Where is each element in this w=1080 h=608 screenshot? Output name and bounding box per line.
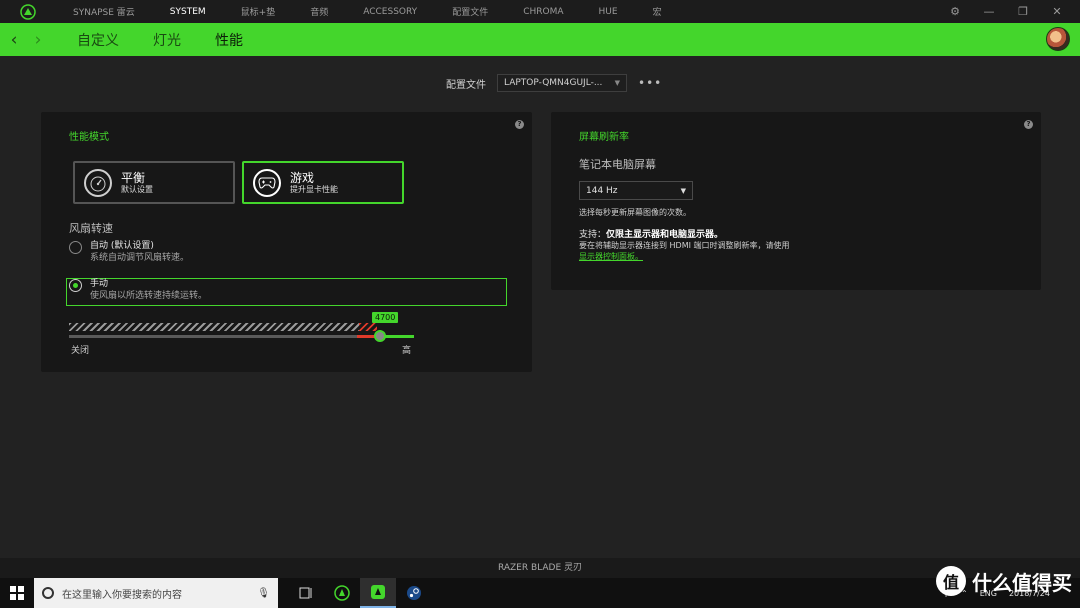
mode-balanced-card[interactable]: 平衡 默认设置 xyxy=(73,161,235,204)
support-value: 仅限主显示器和电脑显示器。 xyxy=(606,230,724,240)
fan-auto-option[interactable]: 自动 (默认设置) 系统自动调节风扇转速。 xyxy=(69,240,189,264)
tab-lighting[interactable]: 灯光 xyxy=(136,30,198,50)
minimize-icon[interactable]: — xyxy=(972,5,1006,18)
nav-chroma[interactable]: CHROMA xyxy=(506,7,581,17)
fan-manual-radio[interactable] xyxy=(69,279,82,292)
watermark-badge: 值 xyxy=(936,566,966,596)
nav-profiles[interactable]: 配置文件 xyxy=(435,5,506,18)
cortana-icon xyxy=(42,587,54,599)
device-name-bar: RAZER BLADE 灵刃 xyxy=(0,558,1080,578)
support-prefix: 支持： xyxy=(579,230,607,240)
synapse-app-icon[interactable] xyxy=(360,578,396,608)
slider-value-badge: 4700 xyxy=(372,312,399,323)
hdmi-note: 要在将辅助显示器连接到 HDMI 端口时调整刷新率，请使用 xyxy=(579,241,790,250)
refresh-rate-value: 144 Hz xyxy=(586,185,618,196)
display-control-panel-link[interactable]: 显示器控制面板。 xyxy=(579,251,643,262)
more-options-icon[interactable]: ••• xyxy=(638,76,662,90)
support-line: 支持：仅限主显示器和电脑显示器。 xyxy=(579,227,723,240)
chevron-down-icon: ▼ xyxy=(614,79,620,87)
mode-gaming-desc: 提升显卡性能 xyxy=(290,184,338,194)
top-nav: SYNAPSE 雷云 SYSTEM 鼠标+垫 音频 ACCESSORY 配置文件… xyxy=(0,0,1080,23)
sub-nav-bar: ‹ › 自定义 灯光 性能 xyxy=(0,23,1080,56)
nav-audio[interactable]: 音频 xyxy=(293,5,346,18)
close-icon[interactable]: ✕ xyxy=(1040,5,1074,18)
help-icon[interactable]: ? xyxy=(515,120,524,129)
razer-app-icon[interactable] xyxy=(324,578,360,608)
profile-row: 配置文件 LAPTOP-QMN4GUJL-... ▼ ••• xyxy=(446,74,662,92)
fan-manual-title: 手动 xyxy=(90,279,109,289)
speedometer-icon xyxy=(84,168,112,197)
avatar[interactable] xyxy=(1046,27,1070,51)
nav-mouse-mat[interactable]: 鼠标+垫 xyxy=(224,5,294,18)
refresh-rate-hint: 选择每秒更新屏幕图像的次数。 xyxy=(579,208,691,217)
help-icon[interactable]: ? xyxy=(1024,120,1033,129)
back-arrow-icon[interactable]: ‹ xyxy=(2,30,26,50)
gear-icon[interactable]: ⚙ xyxy=(938,5,972,18)
performance-title: 性能模式 xyxy=(69,132,109,143)
forward-arrow-icon[interactable]: › xyxy=(26,30,50,50)
mode-balanced-name: 平衡 xyxy=(121,170,146,185)
nav-accessory[interactable]: ACCESSORY xyxy=(346,7,435,17)
fan-speed-slider[interactable]: 4700 关闭 高 xyxy=(69,312,419,362)
taskbar: 在这里输入你要搜索的内容 🎙 ⚲ ⌃ ENG 2018/7/24 xyxy=(0,578,1080,608)
profile-label: 配置文件 xyxy=(446,79,486,91)
slider-thumb[interactable] xyxy=(374,330,386,342)
taskbar-search[interactable]: 在这里输入你要搜索的内容 🎙 xyxy=(34,578,278,608)
nav-hue[interactable]: HUE xyxy=(582,7,636,17)
window-controls: ⚙ — ❐ ✕ xyxy=(938,0,1074,23)
mode-balanced-desc: 默认设置 xyxy=(121,184,153,194)
microphone-icon[interactable]: 🎙 xyxy=(257,588,270,599)
watermark: 值 什么值得买 xyxy=(936,566,1072,596)
chevron-down-icon: ▼ xyxy=(680,186,686,195)
fan-hatch-range xyxy=(69,323,359,331)
task-view-icon[interactable] xyxy=(288,578,324,608)
refresh-rate-panel: ? 屏幕刷新率 笔记本电脑屏幕 144 Hz ▼ 选择每秒更新屏幕图像的次数。 … xyxy=(551,112,1041,290)
slider-min-label: 关闭 xyxy=(71,346,90,356)
nav-macro[interactable]: 宏 xyxy=(636,5,680,18)
steam-app-icon[interactable] xyxy=(396,578,432,608)
razer-logo-icon[interactable] xyxy=(0,0,56,23)
refresh-rate-select[interactable]: 144 Hz ▼ xyxy=(579,181,693,200)
fan-auto-title: 自动 (默认设置) xyxy=(90,241,154,251)
profile-value: LAPTOP-QMN4GUJL-... xyxy=(504,78,603,88)
profile-select[interactable]: LAPTOP-QMN4GUJL-... ▼ xyxy=(497,74,627,92)
watermark-text: 什么值得买 xyxy=(972,570,1072,595)
fan-auto-desc: 系统自动调节风扇转速。 xyxy=(90,253,190,263)
maximize-icon[interactable]: ❐ xyxy=(1006,5,1040,18)
tab-performance[interactable]: 性能 xyxy=(198,30,260,50)
mode-gaming-card[interactable]: 游戏 提升显卡性能 xyxy=(242,161,404,204)
slider-max-label: 高 xyxy=(402,346,412,356)
nav-system[interactable]: SYSTEM xyxy=(153,7,224,17)
tab-customize[interactable]: 自定义 xyxy=(60,30,136,50)
fan-auto-radio[interactable] xyxy=(69,241,82,254)
search-placeholder: 在这里输入你要搜索的内容 xyxy=(62,589,182,601)
fan-speed-label: 风扇转速 xyxy=(69,222,113,235)
gamepad-icon xyxy=(253,168,281,197)
windows-start-icon[interactable] xyxy=(0,578,34,608)
performance-panel: ? 性能模式 平衡 默认设置 游戏 提升显卡性能 风扇转速 自动 (默认设置) … xyxy=(41,112,532,372)
fan-manual-option[interactable]: 手动 使风扇以所选转速持续运转。 xyxy=(69,278,207,302)
refresh-rate-title: 屏幕刷新率 xyxy=(579,132,629,143)
nav-synapse[interactable]: SYNAPSE 雷云 xyxy=(56,5,153,18)
fan-manual-desc: 使风扇以所选转速持续运转。 xyxy=(90,291,208,301)
mode-gaming-name: 游戏 xyxy=(290,170,315,185)
fan-warning-range xyxy=(359,323,377,331)
screen-label: 笔记本电脑屏幕 xyxy=(579,158,656,171)
